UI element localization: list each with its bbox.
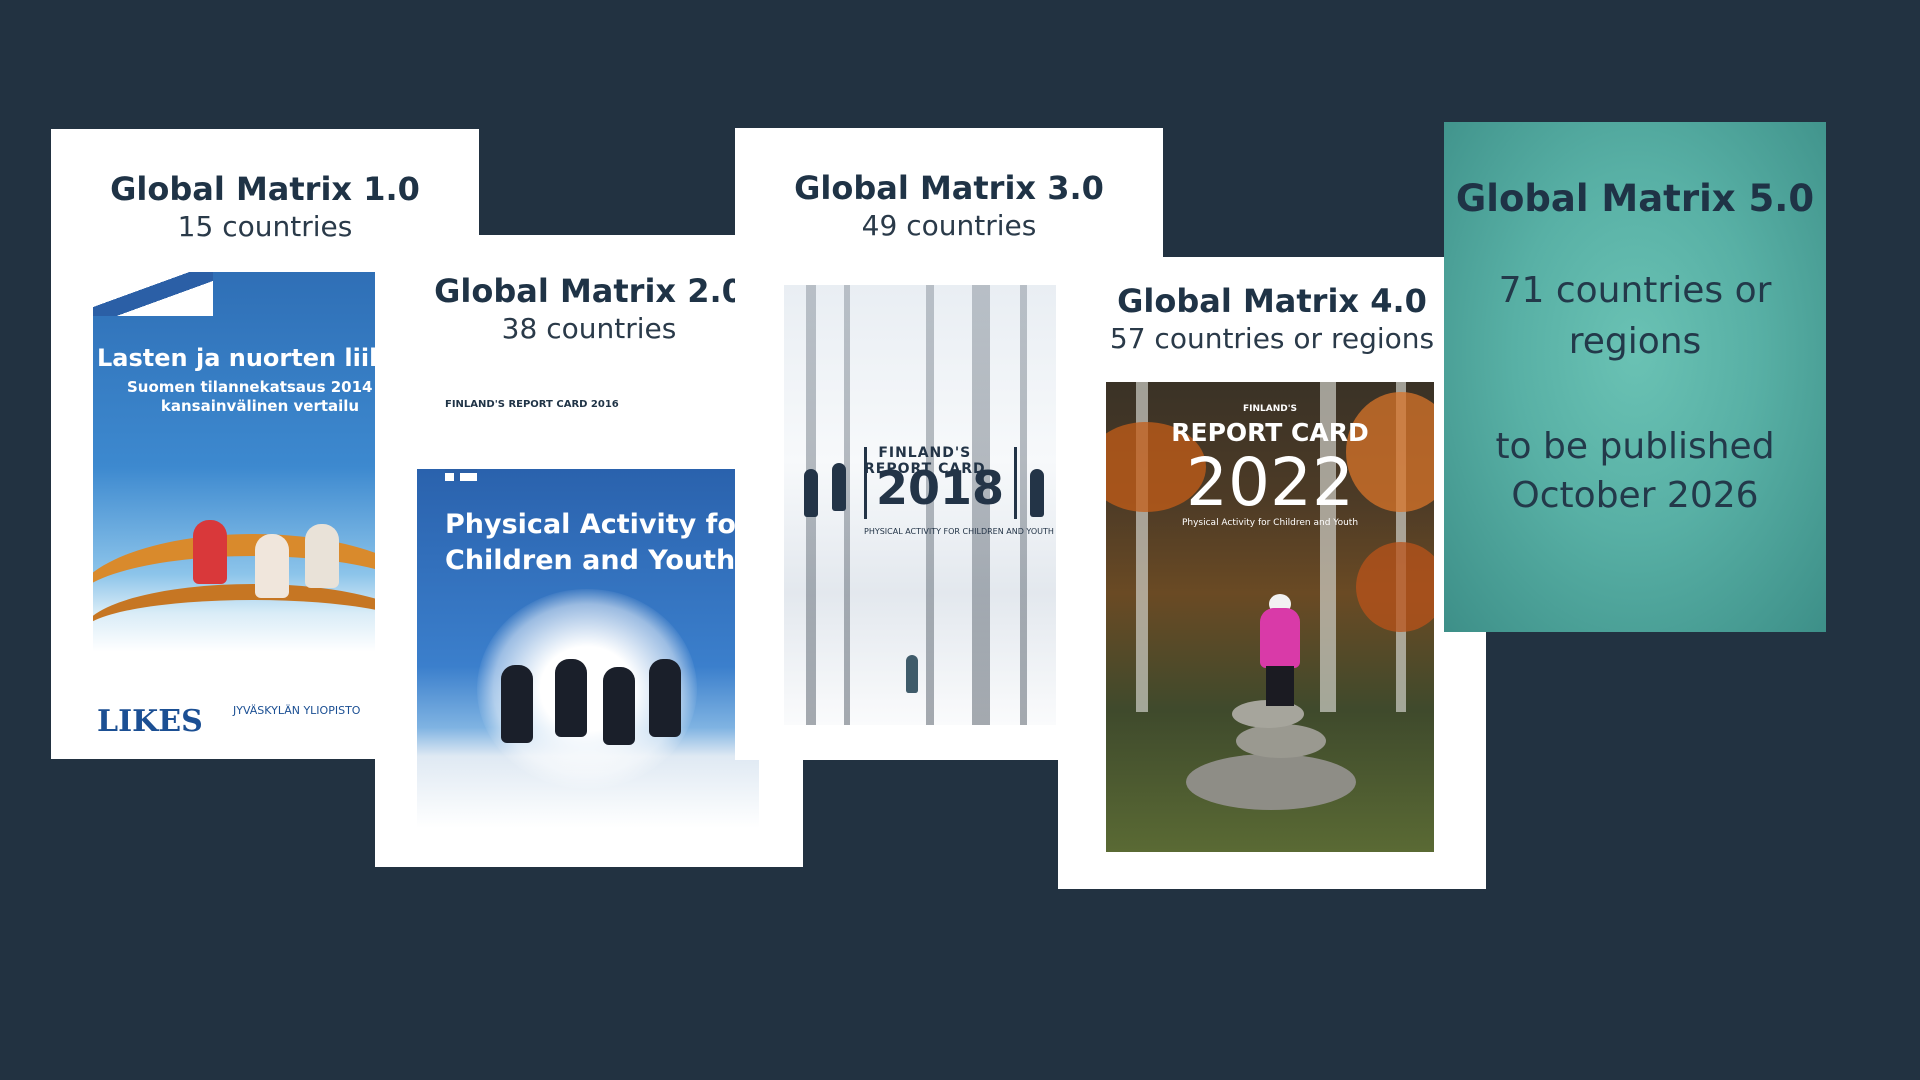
cover-subheading: Suomen tilannekatsaus 2014 ja kansainväl… [127,378,393,415]
global-matrix-5-card: Global Matrix 5.0 71 countries or region… [1444,122,1826,632]
child-figure [305,524,339,588]
playground-arc [93,584,393,680]
finland-flag-icon [445,469,477,481]
card-title: Global Matrix 5.0 [1455,177,1815,220]
cover-year: 2022 [1186,444,1354,521]
child-silhouette [1030,469,1044,517]
child-figure [1260,608,1300,668]
card-subtitle: 49 countries [861,209,1037,242]
tree-trunk [1020,285,1027,725]
child-figure [255,534,289,598]
likes-logo: LIKES [97,704,203,739]
cover-label: FINLAND'S [1243,404,1297,414]
card-subtitle: 57 countries or regions [1109,322,1435,355]
card-subtitle: 71 countries or regions [1498,270,1772,362]
jumping-figure [649,659,681,737]
report-cover-2016: Physical Activity for Children and Youth [417,469,759,828]
global-matrix-4-card: Global Matrix 4.0 57 countries or region… [1058,257,1486,889]
cover-heading: Lasten ja nuorten liikunta [97,344,393,372]
card-title: Global Matrix 1.0 [110,170,420,208]
walker-figure [906,655,918,693]
cover-heading: REPORT CARD [1171,418,1369,447]
card-title: Global Matrix 3.0 [794,169,1104,207]
jumping-figure [501,665,533,743]
cover-year: 2018 [876,461,1005,515]
cover-tagline: Physical Activity for Children and Youth [1181,518,1359,528]
stone [1186,754,1356,810]
finland-flag-icon [93,272,213,316]
report-cover-2018: FINLAND'S REPORT CARD 2018 PHYSICAL ACTIV… [784,285,1056,725]
report-label: FINLAND'S REPORT CARD 2016 [445,399,619,410]
autumn-foliage [1356,542,1434,632]
divider [1014,447,1017,519]
child-legs [1266,666,1294,706]
jumping-figure [555,659,587,737]
jumping-figure [603,667,635,745]
stone [1236,724,1326,758]
report-cover-2022: FINLAND'S REPORT CARD 2022 Physical Acti… [1106,382,1434,852]
child-figure [193,520,227,584]
university-logo: JYVÄSKYLÄN YLIOPISTO [233,704,361,717]
child-silhouette [804,469,818,517]
card-title: Global Matrix 4.0 [1117,282,1427,320]
child-silhouette [832,463,846,511]
publish-note: to be published October 2026 [1495,426,1775,517]
report-cover-2014: Lasten ja nuorten liikunta Suomen tilann… [93,272,393,759]
cover-tagline: PHYSICAL ACTIVITY FOR CHILDREN AND YOUTH [864,527,1054,536]
cover-heading: Physical Activity for Children and Youth [445,509,750,577]
